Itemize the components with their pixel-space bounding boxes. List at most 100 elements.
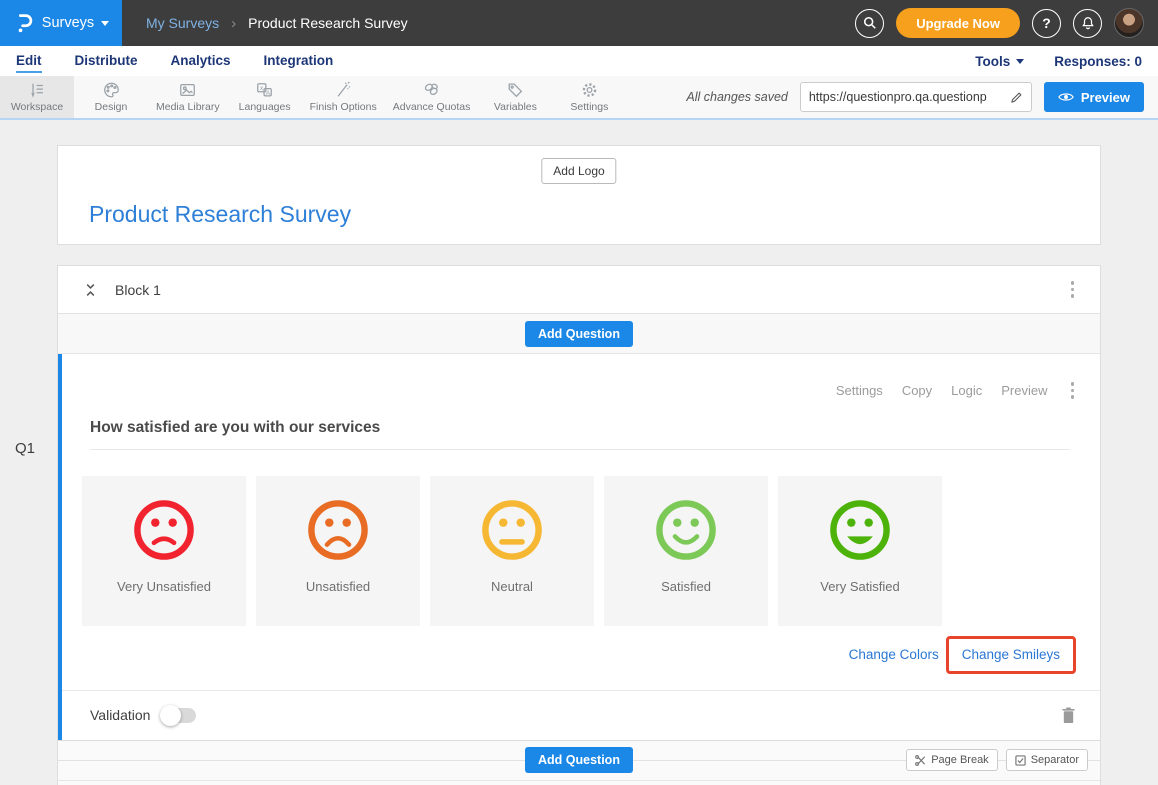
bell-icon — [1081, 16, 1095, 30]
toggle-knob — [160, 705, 181, 726]
toolbar-item-label: Settings — [570, 101, 608, 113]
toolbar-item-label: Variables — [494, 101, 537, 113]
add-logo-button[interactable]: Add Logo — [541, 158, 616, 184]
toolbar-item-media-library[interactable]: Media Library — [148, 76, 228, 118]
question-menu-button[interactable] — [1067, 378, 1079, 403]
nav-row: Edit Distribute Analytics Integration To… — [0, 46, 1158, 76]
top-bar: Surveys My Surveys › Product Research Su… — [0, 0, 1158, 46]
question-number: Q1 — [15, 440, 35, 457]
search-button[interactable] — [855, 9, 884, 38]
pencil-icon[interactable] — [1010, 91, 1023, 104]
tag-icon — [506, 81, 525, 99]
delete-question-button[interactable] — [1061, 707, 1076, 724]
strip-right-buttons: Page Break Separator — [906, 749, 1088, 771]
tools-label: Tools — [975, 54, 1010, 69]
question-settings-link[interactable]: Settings — [836, 383, 883, 398]
svg-text:x: x — [260, 85, 264, 92]
search-icon — [863, 16, 877, 30]
app-menu-label: Surveys — [42, 15, 94, 31]
tab-integration[interactable]: Integration — [264, 49, 334, 73]
smiley-options: Very Unsatisfied Unsatisfied — [82, 476, 1100, 626]
user-avatar[interactable] — [1114, 8, 1144, 38]
preview-label: Preview — [1081, 90, 1130, 105]
question-logic-link[interactable]: Logic — [951, 383, 982, 398]
toolbar-item-advance-quotas[interactable]: Advance Quotas — [385, 76, 479, 118]
add-question-button-top[interactable]: Add Question — [525, 321, 633, 347]
toolbar-item-workspace[interactable]: Workspace — [0, 76, 74, 118]
workspace-icon — [28, 81, 47, 99]
gear-icon — [580, 81, 599, 99]
neutral-smiley-icon — [479, 497, 545, 563]
validation-row: Validation — [62, 690, 1100, 740]
page-break-label: Page Break — [931, 754, 988, 766]
toolbar-item-finish-options[interactable]: Finish Options — [302, 76, 385, 118]
toolbar-item-label: Media Library — [156, 101, 220, 113]
change-colors-link[interactable]: Change Colors — [849, 647, 939, 662]
toolbar-item-design[interactable]: Design — [74, 76, 148, 118]
survey-url-field[interactable]: https://questionpro.qa.questionp — [800, 82, 1032, 112]
questionpro-logo-icon — [13, 12, 35, 34]
separator-label: Separator — [1031, 754, 1079, 766]
tools-menu[interactable]: Tools — [975, 54, 1024, 69]
links-icon — [422, 81, 441, 99]
breadcrumb: My Surveys › Product Research Survey — [146, 15, 408, 32]
unsatisfied-smiley-icon — [305, 497, 371, 563]
question-copy-link[interactable]: Copy — [902, 383, 932, 398]
scissors-icon — [915, 755, 926, 766]
collapse-block-button[interactable] — [83, 281, 98, 299]
add-question-button-bottom[interactable]: Add Question — [525, 747, 633, 773]
toolbar-item-label: Advance Quotas — [393, 101, 471, 113]
block-footer-strip — [58, 780, 1100, 785]
tab-edit[interactable]: Edit — [16, 49, 42, 73]
collapse-icon — [83, 281, 98, 299]
toolbar-item-settings[interactable]: Settings — [552, 76, 626, 118]
responses-count[interactable]: Responses: 0 — [1054, 54, 1142, 69]
question-title[interactable]: How satisfied are you with our services — [90, 419, 1070, 437]
add-question-strip-top: Add Question — [58, 314, 1100, 354]
annotation-highlight-box: Change Smileys — [946, 636, 1076, 674]
app-menu[interactable]: Surveys — [0, 0, 122, 46]
survey-header-card: Add Logo Product Research Survey — [57, 145, 1101, 245]
toolbar-item-languages[interactable]: x A Languages — [228, 76, 302, 118]
survey-title[interactable]: Product Research Survey — [89, 201, 351, 228]
chevron-down-icon — [101, 21, 109, 26]
validation-toggle[interactable] — [162, 708, 196, 723]
topbar-actions: Upgrade Now ? — [855, 0, 1144, 46]
editor-toolbar: Workspace Design Media Library x A Langu… — [0, 76, 1158, 120]
smiley-option-unsatisfied[interactable]: Unsatisfied — [256, 476, 420, 626]
tab-distribute[interactable]: Distribute — [75, 49, 138, 73]
smiley-label: Unsatisfied — [306, 579, 370, 594]
block-menu-button[interactable] — [1067, 277, 1079, 302]
smiley-option-neutral[interactable]: Neutral — [430, 476, 594, 626]
toolbar-right: All changes saved https://questionpro.qa… — [686, 76, 1158, 118]
block-title[interactable]: Block 1 — [115, 282, 161, 298]
image-icon — [178, 81, 197, 99]
separator-button[interactable]: Separator — [1006, 749, 1088, 771]
block-card: Block 1 Add Question Settings Copy Logic… — [57, 265, 1101, 785]
change-smileys-link[interactable]: Change Smileys — [962, 647, 1060, 662]
smiley-option-satisfied[interactable]: Satisfied — [604, 476, 768, 626]
very-satisfied-smiley-icon — [827, 497, 893, 563]
add-question-strip-bottom: Add Question Page Break Separator — [58, 740, 1100, 780]
smiley-option-very-satisfied[interactable]: Very Satisfied — [778, 476, 942, 626]
question-divider — [90, 449, 1070, 450]
help-button[interactable]: ? — [1032, 9, 1061, 38]
page-content: Q1 Add Logo Product Research Survey Bloc… — [0, 145, 1158, 785]
tab-analytics[interactable]: Analytics — [171, 49, 231, 73]
block-header: Block 1 — [58, 266, 1100, 314]
preview-button[interactable]: Preview — [1044, 82, 1144, 112]
smiley-label: Very Satisfied — [820, 579, 900, 594]
checkbox-checked-icon — [1015, 755, 1026, 766]
eye-icon — [1058, 91, 1074, 103]
toolbar-item-variables[interactable]: Variables — [478, 76, 552, 118]
smiley-option-very-unsatisfied[interactable]: Very Unsatisfied — [82, 476, 246, 626]
survey-url-value: https://questionpro.qa.questionp — [809, 90, 1004, 104]
upgrade-now-button[interactable]: Upgrade Now — [896, 8, 1020, 38]
question-preview-link[interactable]: Preview — [1001, 383, 1047, 398]
breadcrumb-separator-icon: › — [231, 15, 236, 32]
smiley-links-row: Change Colors Change Smileys — [62, 634, 1076, 676]
very-unsatisfied-smiley-icon — [131, 497, 197, 563]
page-break-button[interactable]: Page Break — [906, 749, 997, 771]
breadcrumb-my-surveys[interactable]: My Surveys — [146, 15, 219, 31]
notifications-button[interactable] — [1073, 9, 1102, 38]
